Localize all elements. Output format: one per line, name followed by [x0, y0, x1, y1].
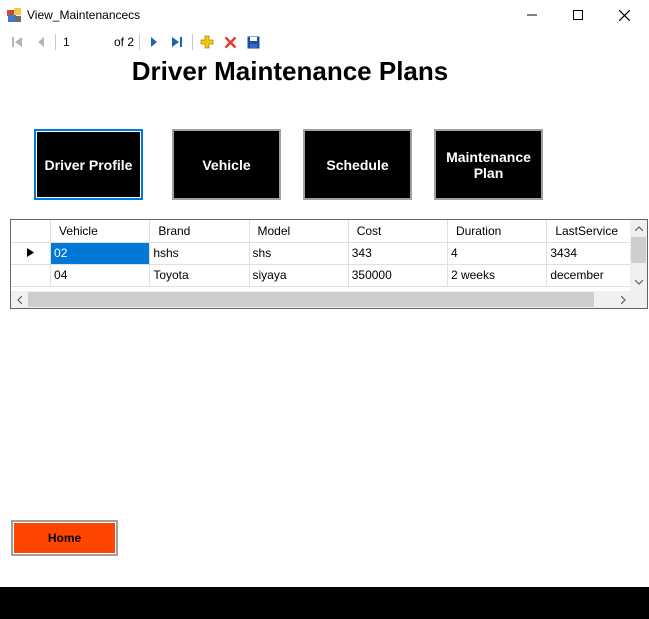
table-cell[interactable]: siyaya	[249, 264, 349, 287]
table-cell[interactable]: Toyota	[149, 264, 250, 287]
form-app-icon	[7, 8, 21, 22]
row-header-corner	[11, 220, 52, 243]
grid-table: Vehicle Brand Model Cost Duration LastSe…	[11, 220, 647, 287]
table-cell[interactable]: 04	[50, 264, 151, 287]
minimize-button[interactable]	[509, 0, 555, 30]
scroll-down-icon[interactable]	[630, 274, 647, 291]
table-cell[interactable]: 343	[348, 242, 448, 265]
row-header[interactable]	[11, 242, 52, 265]
record-count-label: of 2	[114, 35, 135, 49]
toolbar-separator	[55, 34, 56, 50]
table-cell[interactable]: 4	[447, 242, 548, 265]
window-title: View_Maintenancecs	[27, 8, 141, 22]
delete-icon[interactable]	[221, 33, 239, 51]
maximize-button[interactable]	[555, 0, 601, 30]
position-input[interactable]	[60, 32, 110, 52]
maintenance-plan-button[interactable]: Maintenance Plan	[434, 129, 543, 200]
table-cell[interactable]: 02	[50, 242, 151, 265]
move-next-icon[interactable]	[145, 33, 163, 51]
scrollbar-corner	[630, 291, 647, 308]
title-bar: View_Maintenancecs	[0, 0, 649, 30]
move-first-icon[interactable]	[8, 33, 26, 51]
column-header-brand[interactable]: Brand	[149, 220, 250, 243]
vehicle-button[interactable]: Vehicle	[172, 129, 281, 200]
vertical-scroll-thumb[interactable]	[631, 237, 646, 263]
home-button[interactable]: Home	[11, 520, 118, 556]
table-cell[interactable]: hshs	[149, 242, 250, 265]
column-header-cost[interactable]: Cost	[348, 220, 448, 243]
driver-profile-button[interactable]: Driver Profile	[34, 129, 143, 200]
scroll-up-icon[interactable]	[630, 220, 647, 237]
horizontal-scrollbar[interactable]	[11, 291, 632, 308]
row-header[interactable]	[11, 264, 52, 287]
save-icon[interactable]	[244, 33, 262, 51]
toolbar-separator	[192, 34, 193, 50]
table-cell[interactable]: 2 weeks	[447, 264, 548, 287]
table-row[interactable]: 04 Toyota siyaya 350000 2 weeks december	[11, 264, 647, 287]
move-previous-icon[interactable]	[32, 33, 50, 51]
vertical-scrollbar[interactable]	[630, 220, 647, 291]
close-button[interactable]	[601, 0, 647, 30]
page-title: Driver Maintenance Plans	[131, 56, 449, 86]
move-last-icon[interactable]	[168, 33, 186, 51]
column-header-duration[interactable]: Duration	[447, 220, 548, 243]
table-cell[interactable]: 350000	[348, 264, 448, 287]
column-header-model[interactable]: Model	[249, 220, 349, 243]
binding-navigator: of 2	[0, 30, 649, 55]
column-header-vehicle[interactable]: Vehicle	[50, 220, 151, 243]
toolbar-separator	[139, 34, 140, 50]
schedule-button[interactable]: Schedule	[303, 129, 412, 200]
current-row-arrow-icon	[27, 246, 35, 260]
grid-header-row: Vehicle Brand Model Cost Duration LastSe…	[11, 220, 647, 243]
scroll-left-icon[interactable]	[11, 291, 28, 308]
table-cell[interactable]: shs	[249, 242, 349, 265]
bottom-band	[0, 587, 649, 619]
horizontal-scroll-thumb[interactable]	[28, 292, 594, 307]
maintenance-data-grid[interactable]: Vehicle Brand Model Cost Duration LastSe…	[10, 219, 648, 309]
table-row[interactable]: 02 hshs shs 343 4 3434	[11, 242, 647, 265]
add-new-icon[interactable]	[198, 33, 216, 51]
main-window: View_Maintenancecs of 2	[0, 0, 649, 619]
